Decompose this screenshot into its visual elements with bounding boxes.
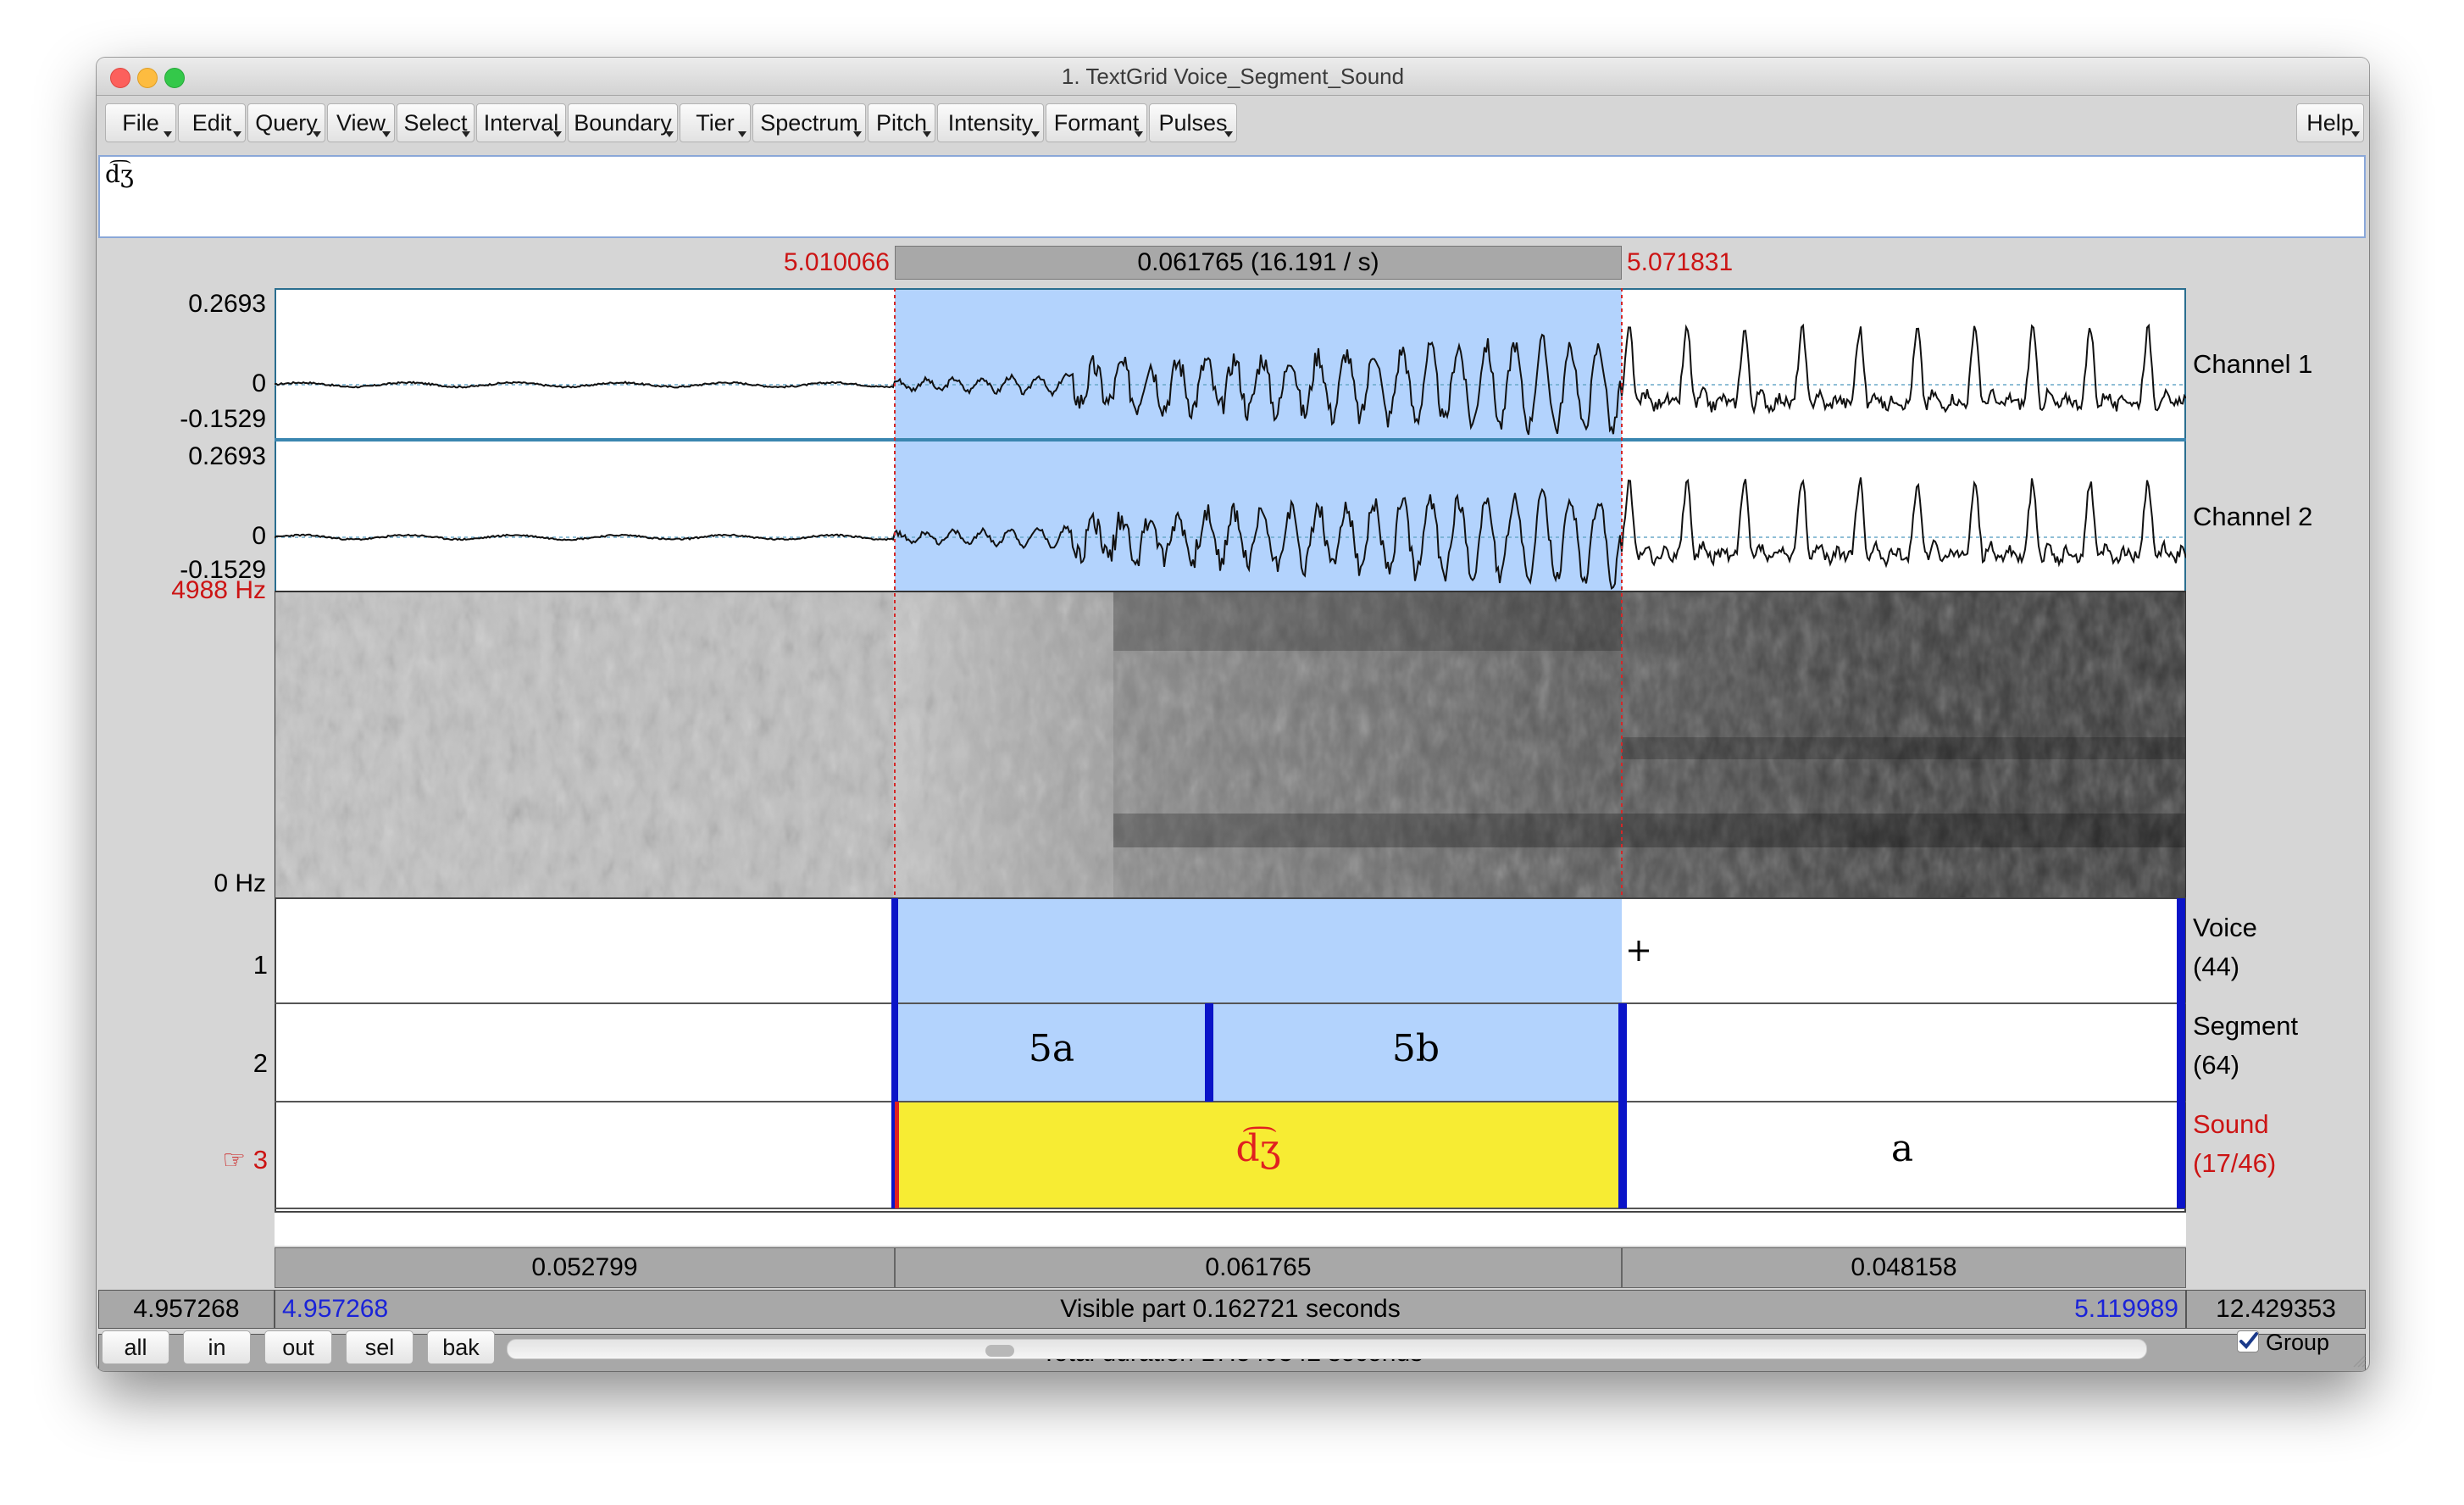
minimize-window-button[interactable] xyxy=(137,68,158,88)
visible-start-time: 4.957268 xyxy=(282,1295,389,1323)
tier2-boundary[interactable] xyxy=(1618,1003,1627,1102)
zoom-window-button[interactable] xyxy=(164,68,185,88)
visible-end-time: 5.119989 xyxy=(2074,1295,2178,1323)
zoom-in-button[interactable]: in xyxy=(183,1330,251,1364)
channel2-name-label: Channel 2 xyxy=(2193,502,2313,531)
channel2-max-label: 0.2693 xyxy=(188,442,266,470)
time-scrollbar[interactable] xyxy=(507,1339,2147,1359)
tier3-interval-a[interactable]: a xyxy=(1627,1127,2178,1170)
menu-interval[interactable]: Interval xyxy=(476,103,566,142)
interval-duration-right[interactable]: 0.048158 xyxy=(1622,1247,2186,1288)
tier2-interval-5b[interactable]: 5b xyxy=(1213,1027,1618,1070)
selection-duration-bar[interactable]: 0.061765 (16.191 / s) xyxy=(895,246,1622,280)
time-scrollbar-thumb[interactable] xyxy=(985,1345,1014,1357)
close-window-button[interactable] xyxy=(110,68,130,88)
tier2-name[interactable]: Segment xyxy=(2193,1007,2298,1046)
menu-query[interactable]: Query xyxy=(247,103,325,142)
visible-part-label: Visible part 0.162721 seconds xyxy=(1060,1295,1401,1323)
spectrogram xyxy=(275,591,2186,899)
editor-drawing-area[interactable]: 5a 5b d͡ʒ a xyxy=(275,288,2186,1246)
tier1-number[interactable]: 1 xyxy=(224,946,268,985)
menu-pulses[interactable]: Pulses xyxy=(1149,103,1237,142)
tier1-boundary[interactable] xyxy=(891,898,898,1003)
menu-formant[interactable]: Formant xyxy=(1046,103,1147,142)
group-label[interactable]: Group xyxy=(2266,1329,2329,1356)
tier2-boundary[interactable] xyxy=(891,1003,898,1102)
right-edge-boundary[interactable] xyxy=(2177,898,2185,1208)
interval-duration-left[interactable]: 0.052799 xyxy=(275,1247,895,1288)
zoom-all-button[interactable]: all xyxy=(102,1330,169,1364)
tier1-count: (44) xyxy=(2193,952,2240,981)
tier3-count: (17/46) xyxy=(2193,1148,2277,1178)
group-checkbox[interactable] xyxy=(2237,1330,2259,1352)
channel1-name-label: Channel 1 xyxy=(2193,349,2313,379)
menu-edit[interactable]: Edit xyxy=(178,103,246,142)
channel1-min-label: -0.1529 xyxy=(180,405,266,433)
checkmark-icon xyxy=(2239,1332,2258,1349)
selection-start-time: 5.010066 xyxy=(783,248,890,276)
channel1-max-label: 0.2693 xyxy=(188,290,266,318)
zoom-out-button[interactable]: out xyxy=(264,1330,332,1364)
tier2-boundary[interactable] xyxy=(1205,1003,1213,1102)
menu-tier[interactable]: Tier xyxy=(680,103,751,142)
selection-end-time: 5.071831 xyxy=(1627,248,1734,276)
tier3-name[interactable]: Sound xyxy=(2193,1105,2269,1144)
menu-spectrum[interactable]: Spectrum xyxy=(752,103,866,142)
menu-view[interactable]: View xyxy=(327,103,395,142)
menu-pitch[interactable]: Pitch xyxy=(868,103,935,142)
menu-select[interactable]: Select xyxy=(397,103,474,142)
time-before-visible[interactable]: 4.957268 xyxy=(98,1290,275,1329)
textgrid-editor-window: 1. TextGrid Voice_Segment_Sound File Edi… xyxy=(97,58,2369,1371)
tier-selection-highlight xyxy=(895,898,1622,1102)
tier3-boundary[interactable] xyxy=(1618,1102,1627,1208)
tier3-boundary[interactable] xyxy=(891,1102,895,1208)
tier1-name[interactable]: Voice xyxy=(2193,908,2257,947)
tier2-number[interactable]: 2 xyxy=(224,1044,268,1083)
channel1-zero-label: 0 xyxy=(252,369,266,397)
title-bar[interactable]: 1. TextGrid Voice_Segment_Sound xyxy=(97,58,2369,96)
menu-intensity[interactable]: Intensity xyxy=(937,103,1044,142)
tier3-number-text: 3 xyxy=(253,1145,268,1175)
tier3-number[interactable]: ☞ 3 xyxy=(207,1141,268,1180)
spectrogram-max-frequency-label: 4988 Hz xyxy=(171,576,266,604)
spectrogram-min-frequency-label: 0 Hz xyxy=(214,869,266,897)
menu-bar: File Edit Query View Select Interval Bou… xyxy=(97,95,2369,146)
channel2-zero-label: 0 xyxy=(252,522,266,550)
menu-file[interactable]: File xyxy=(105,103,176,142)
tier-pointer-icon: ☞ xyxy=(222,1145,247,1175)
window-title: 1. TextGrid Voice_Segment_Sound xyxy=(1061,64,1405,89)
time-after-visible[interactable]: 12.429353 xyxy=(2186,1290,2366,1329)
visible-part-bar[interactable]: 4.957268 Visible part 0.162721 seconds 5… xyxy=(275,1290,2186,1329)
tier2-count: (64) xyxy=(2193,1050,2240,1080)
interval-text-field[interactable]: d͡ʒ xyxy=(98,155,2366,238)
resize-grip-icon[interactable] xyxy=(2350,1352,2366,1368)
tier3-interval-dz[interactable]: d͡ʒ xyxy=(898,1127,1618,1170)
menu-boundary[interactable]: Boundary xyxy=(568,103,678,142)
signal-display[interactable] xyxy=(275,288,2186,1246)
tier2-interval-5a[interactable]: 5a xyxy=(898,1027,1205,1070)
menu-help[interactable]: Help xyxy=(2296,103,2364,142)
interval-duration-selected[interactable]: 0.061765 xyxy=(895,1247,1622,1288)
zoom-selection-button[interactable]: sel xyxy=(346,1330,413,1364)
zoom-back-button[interactable]: bak xyxy=(427,1330,495,1364)
